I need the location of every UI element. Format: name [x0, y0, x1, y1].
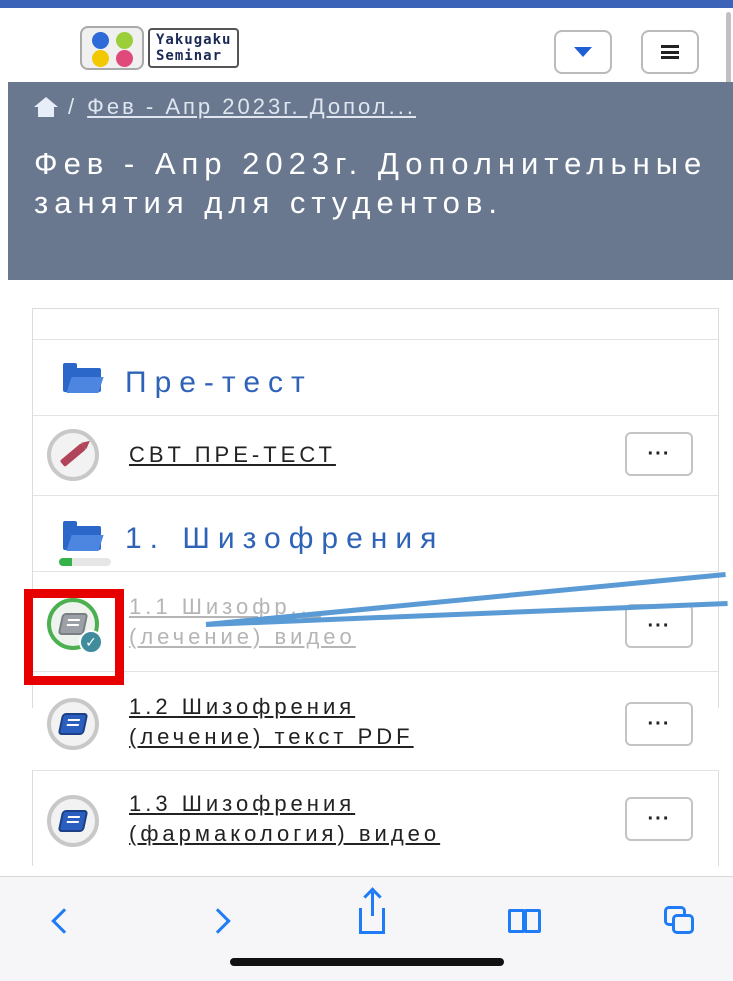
- more-options-button[interactable]: ···: [625, 702, 693, 746]
- breadcrumb-current-link[interactable]: Фев - Апр 2023г. Допол...: [87, 94, 416, 120]
- caret-down-icon: [574, 47, 592, 57]
- site-logo[interactable]: Yakugaku Seminar: [80, 26, 240, 70]
- annotation-highlight-box: [24, 589, 124, 685]
- more-options-button[interactable]: ···: [625, 604, 693, 648]
- logo-mark-icon: [80, 26, 144, 70]
- section-header[interactable]: 1. Шизофрения: [33, 495, 718, 575]
- page-title: Фев - Апр 2023г. Дополнительные занятия …: [34, 146, 708, 220]
- back-icon[interactable]: [44, 901, 84, 941]
- forward-icon[interactable]: [198, 901, 238, 941]
- more-options-button[interactable]: ···: [625, 432, 693, 476]
- logo-text: Yakugaku Seminar: [148, 28, 240, 68]
- breadcrumb-separator: /: [68, 94, 78, 119]
- section-title: 1. Шизофрения: [125, 522, 445, 555]
- section-header[interactable]: Пре-тест: [33, 339, 718, 434]
- book-icon: [47, 795, 99, 847]
- tabs-icon[interactable]: [660, 901, 700, 941]
- bookmarks-icon[interactable]: [506, 901, 546, 941]
- section-title: Пре-тест: [125, 366, 313, 399]
- navbar: Yakugaku Seminar: [0, 8, 733, 82]
- activity-link[interactable]: 1.2 Шизофрения (лечение) текст PDF: [129, 692, 414, 752]
- home-icon[interactable]: [34, 97, 58, 117]
- activity-row[interactable]: 1.3 Шизофрения (фармакология) видео ···: [32, 770, 719, 866]
- home-indicator: [230, 958, 504, 966]
- breadcrumb: / Фев - Апр 2023г. Допол...: [34, 94, 416, 120]
- activity-row[interactable]: 1.2 Шизофрения (лечение) текст PDF ···: [33, 671, 718, 771]
- activity-row[interactable]: CBT ПРЕ-ТЕСТ ···: [33, 415, 718, 495]
- share-icon[interactable]: [352, 892, 392, 941]
- page-header: / Фев - Апр 2023г. Допол... Фев - Апр 20…: [8, 82, 733, 280]
- dropdown-button[interactable]: [554, 30, 612, 74]
- activity-link[interactable]: 1.3 Шизофрения (фармакология) видео: [129, 789, 440, 849]
- activity-link[interactable]: CBT ПРЕ-ТЕСТ: [129, 440, 336, 470]
- folder-open-icon: [63, 521, 104, 552]
- hamburger-icon: [661, 45, 679, 59]
- more-options-button[interactable]: ···: [625, 797, 693, 841]
- book-icon: [47, 698, 99, 750]
- top-accent-bar: [0, 0, 733, 8]
- folder-open-icon: [63, 363, 104, 394]
- course-content: Пре-тест CBT ПРЕ-ТЕСТ ··· 1. Шизофрения …: [32, 308, 719, 771]
- section-progress-bar: [59, 558, 111, 566]
- pencil-icon: [47, 429, 99, 481]
- menu-button[interactable]: [641, 30, 699, 74]
